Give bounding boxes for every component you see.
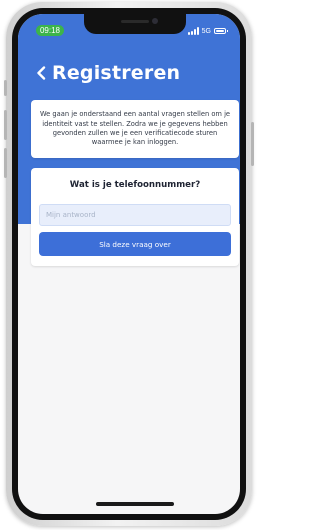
network-type: 5G [201,27,211,35]
chevron-left-icon[interactable] [34,64,48,82]
signal-icon [187,27,199,35]
intro-card: We gaan je onderstaand een aantal vragen… [31,100,239,158]
skip-question-button[interactable]: Sla deze vraag over [39,232,231,256]
title-row: Registreren [34,62,180,84]
question-card: Wat is je telefoonnummer? Sla deze vraag… [31,168,239,266]
phone-frame: 09:18 5G Registreren We gaan je ondersta… [4,2,254,526]
battery-icon [214,28,228,34]
side-button-volume-down [4,148,7,178]
intro-text: We gaan je onderstaand een aantal vragen… [39,110,231,147]
phone-screen: 09:18 5G Registreren We gaan je ondersta… [18,14,240,514]
status-bar: 09:18 5G [18,14,240,42]
home-indicator[interactable] [96,502,174,506]
side-button-mute [4,80,7,96]
front-camera [152,18,158,24]
answer-input[interactable] [39,204,231,226]
page-title: Registreren [52,62,181,84]
side-button-power [251,122,254,166]
status-time: 09:18 [36,25,64,36]
phone-bezel: 09:18 5G Registreren We gaan je ondersta… [12,8,246,520]
question-label: Wat is je telefoonnummer? [69,180,201,190]
status-indicators: 5G [187,26,228,36]
side-button-volume-up [4,110,7,140]
notch [84,14,186,34]
speaker-grille [121,20,149,23]
